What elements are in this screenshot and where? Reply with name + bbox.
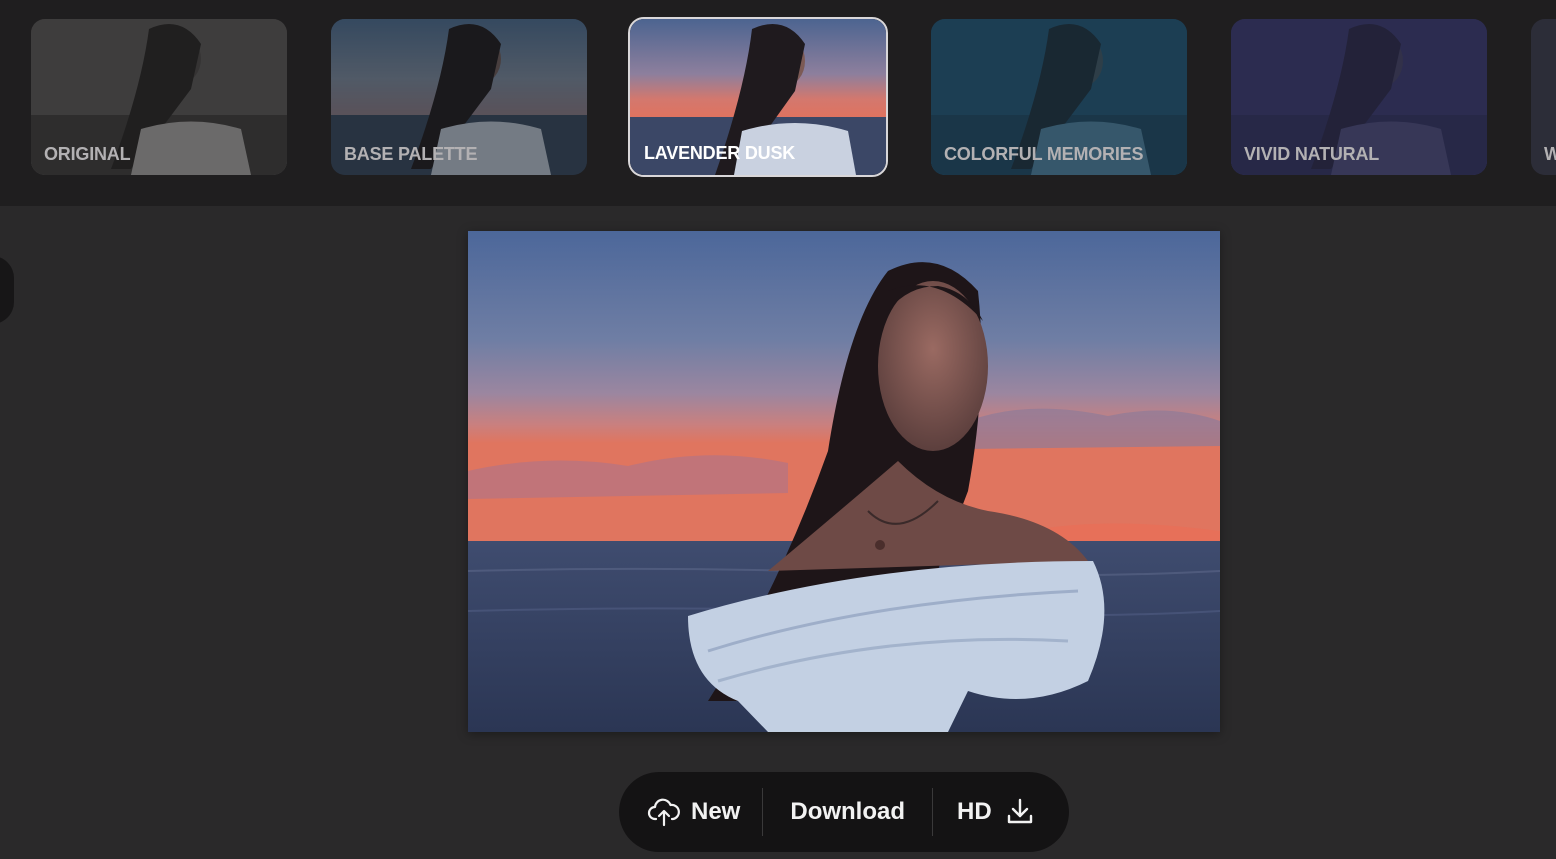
download-label: Download (790, 798, 906, 825)
filter-label: LAVENDER DUSK (644, 143, 796, 163)
filter-label: ORIGINAL (44, 144, 131, 164)
cloud-upload-icon (647, 795, 681, 829)
filter-next-partial[interactable]: W (1531, 19, 1556, 175)
filter-base-palette[interactable]: BASE PALETTE (331, 19, 587, 175)
portrait-image (468, 231, 1220, 732)
download-button[interactable]: Download (763, 772, 932, 852)
action-toolbar: New Download HD (619, 772, 1069, 852)
filter-label: W (1544, 144, 1556, 164)
hd-label: HD (957, 798, 992, 825)
filter-vivid-natural[interactable]: VIVID NATURAL (1231, 19, 1487, 175)
filter-label: BASE PALETTE (344, 144, 478, 164)
filter-colorful-memories[interactable]: COLORFUL MEMORIES (931, 19, 1187, 175)
filter-label: COLORFUL MEMORIES (944, 144, 1144, 164)
new-button[interactable]: New (619, 772, 762, 852)
preview-photo (468, 231, 1220, 732)
filter-strip: ORIGINAL BASE PALETTE LAVENDER DUSK COLO… (0, 0, 1556, 206)
filter-lavender-dusk[interactable]: LAVENDER DUSK (628, 17, 888, 177)
hd-download-button[interactable]: HD (933, 772, 1036, 852)
new-label: New (691, 798, 741, 825)
download-icon (1004, 796, 1036, 828)
side-panel-toggle[interactable] (0, 256, 14, 324)
filter-original[interactable]: ORIGINAL (31, 19, 287, 175)
filter-label: VIVID NATURAL (1244, 144, 1380, 164)
